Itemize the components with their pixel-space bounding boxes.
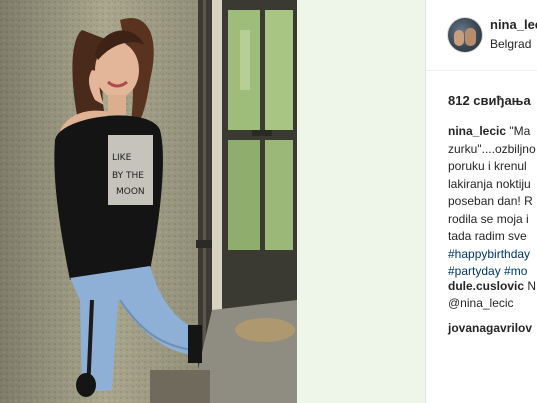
- comment: dule.cuslovic N: [448, 278, 536, 295]
- page-background: [297, 0, 425, 403]
- caption-line: tada radim sve: [448, 229, 527, 243]
- caption-line: poruku i krenul: [448, 159, 527, 173]
- svg-text:MOON: MOON: [116, 187, 145, 197]
- caption-line: poseban dan! R: [448, 194, 533, 208]
- post-photo[interactable]: LIKE BY THE MOON: [0, 0, 297, 403]
- caption-line: zurku"....ozbiljno: [448, 141, 536, 156]
- avatar[interactable]: [447, 17, 483, 53]
- caption-line: rodila se moja i: [448, 211, 529, 226]
- comment: jovanagavrilov: [448, 320, 532, 337]
- svg-text:BY THE: BY THE: [112, 171, 144, 181]
- mention-link[interactable]: @nina_lecic: [448, 295, 514, 312]
- comment-username-link[interactable]: jovanagavrilov: [448, 321, 532, 335]
- caption-line: lakiranja noktiju: [448, 176, 531, 191]
- location-link[interactable]: Belgrad: [490, 37, 531, 51]
- caption-username-link[interactable]: nina_lecic: [448, 124, 506, 138]
- post-details-panel: nina_lecic Belgrad 812 свиђања nina_leci…: [425, 0, 537, 403]
- username-link[interactable]: nina_lecic: [490, 17, 537, 32]
- caption-text: "Ma: [506, 124, 531, 138]
- hashtag-link[interactable]: #happybirthday: [448, 246, 537, 264]
- caption: nina_lecic "Ma zurku"....ozbiljno poruku…: [448, 123, 537, 281]
- svg-text:LIKE: LIKE: [112, 153, 132, 163]
- post-header: nina_lecic Belgrad: [426, 0, 537, 71]
- likes-count[interactable]: 812 свиђања: [448, 93, 531, 108]
- comment-text: N: [524, 279, 537, 293]
- caption-line: nina_lecic "Ma: [448, 123, 537, 141]
- comment-username-link[interactable]: dule.cuslovic: [448, 279, 524, 293]
- photo-scene: LIKE BY THE MOON: [0, 0, 297, 403]
